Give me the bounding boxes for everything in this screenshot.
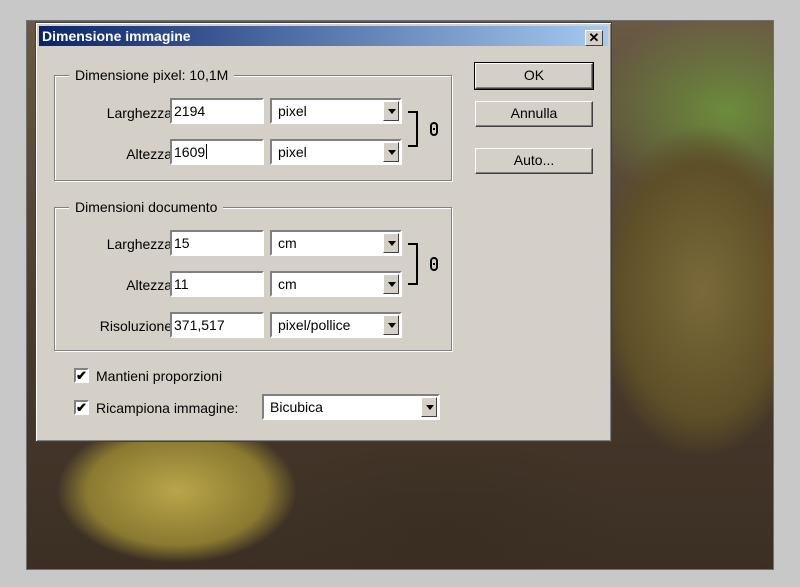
text-caret [206,144,208,159]
doc-width-unit-select[interactable]: cm [270,230,402,256]
doc-width-field[interactable]: 15 [170,230,264,256]
title-bar[interactable]: Dimensione immagine ✕ [39,26,608,46]
resolution-label: Risoluzione: [99,318,176,334]
constrain-proportions-checkbox[interactable]: ✔ [74,368,89,383]
pixel-height-unit-value: pixel [278,144,307,160]
dialog-title: Dimensione immagine [42,28,191,44]
doc-width-unit-value: cm [278,235,297,251]
doc-height-label: Altezza: [126,277,176,293]
resample-image-label[interactable]: Ricampiona immagine: [96,399,238,417]
pixel-link-bracket [408,111,418,147]
chain-link-icon [430,257,438,271]
auto-button[interactable]: Auto... [475,148,593,174]
pixel-width-unit-select[interactable]: pixel [270,98,402,124]
pixel-height-unit-select[interactable]: pixel [270,139,402,165]
doc-link-bracket [408,243,418,285]
pixel-width-unit-value: pixel [278,103,307,119]
resolution-field[interactable]: 371,517 [170,312,264,338]
document-dimensions-legend: Dimensioni documento [69,199,224,215]
pixel-height-label: Altezza: [126,146,176,162]
chevron-down-icon[interactable] [383,315,399,335]
chevron-down-icon[interactable] [383,274,399,294]
image-size-dialog: Dimensione immagine ✕ Dimensione pixel: … [35,22,612,442]
doc-height-unit-select[interactable]: cm [270,271,402,297]
chain-link-icon [430,122,438,136]
pixel-dimensions-legend: Dimensione pixel: 10,1M [69,67,235,83]
pixel-width-label: Larghezza: [106,105,176,121]
close-icon[interactable]: ✕ [585,30,603,46]
pixel-height-value: 1609 [174,144,206,160]
cancel-button[interactable]: Annulla [475,101,593,127]
doc-height-unit-value: cm [278,276,297,292]
pixel-width-field[interactable]: 2194 [170,98,264,124]
constrain-proportions-label[interactable]: Mantieni proporzioni [96,367,222,385]
chevron-down-icon[interactable] [383,233,399,253]
doc-height-field[interactable]: 11 [170,271,264,297]
pixel-height-field[interactable]: 1609 [170,139,264,165]
resolution-unit-value: pixel/pollice [278,317,351,333]
doc-width-label: Larghezza: [106,236,176,252]
ok-button[interactable]: OK [474,62,594,90]
resolution-unit-select[interactable]: pixel/pollice [270,312,402,338]
chevron-down-icon[interactable] [383,101,399,121]
resample-image-checkbox[interactable]: ✔ [74,400,89,415]
pixel-dimensions-group: Dimensione pixel: 10,1M [54,67,452,181]
chevron-down-icon[interactable] [421,397,437,417]
resample-method-value: Bicubica [270,399,323,415]
chevron-down-icon[interactable] [383,142,399,162]
resample-method-select[interactable]: Bicubica [262,394,440,420]
